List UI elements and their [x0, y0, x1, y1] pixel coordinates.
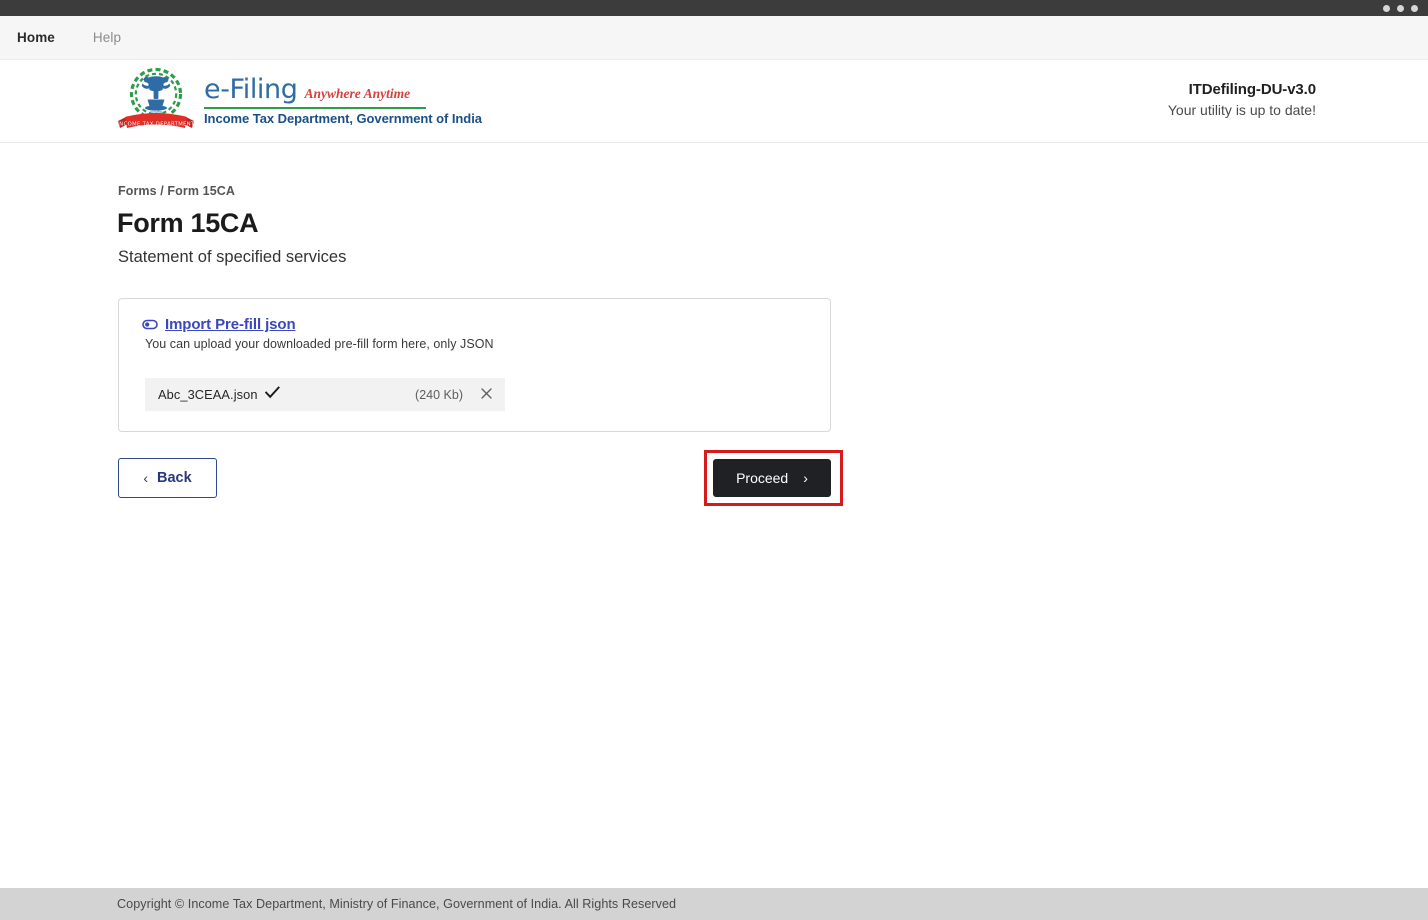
brand-lockup: सत्यमेव INCOME TAX DEPARTMENT e-Filing A… — [112, 63, 482, 135]
import-prefill-hint: You can upload your downloaded pre-fill … — [145, 337, 494, 351]
top-menu-bar: Home Help — [0, 16, 1428, 60]
window-minimize-dot[interactable] — [1383, 4, 1390, 12]
brand-subtitle: Income Tax Department, Government of Ind… — [204, 111, 482, 127]
india-emblem-icon: सत्यमेव INCOME TAX DEPARTMENT — [112, 63, 200, 135]
site-footer: Copyright © Income Tax Department, Minis… — [0, 888, 1428, 920]
breadcrumb[interactable]: Forms / Form 15CA — [118, 184, 235, 198]
back-button-label: Back — [157, 470, 192, 486]
close-icon[interactable] — [481, 388, 492, 401]
brand-divider — [204, 106, 426, 110]
page-subtitle: Statement of specified services — [118, 248, 347, 266]
chevron-left-icon: ‹ — [143, 470, 148, 486]
import-prefill-card: Import Pre-fill json You can upload your… — [118, 298, 831, 432]
uploaded-file-size: (240 Kb) — [415, 387, 463, 402]
svg-text:INCOME TAX DEPARTMENT: INCOME TAX DEPARTMENT — [117, 121, 195, 127]
main-content: Forms / Form 15CA Form 15CA Statement of… — [0, 143, 1428, 888]
menu-item-home[interactable]: Home — [17, 30, 55, 45]
window-close-dot[interactable] — [1411, 4, 1418, 12]
window-maximize-dot[interactable] — [1397, 4, 1404, 12]
brand-tagline: Anywhere Anytime — [304, 85, 411, 101]
back-button[interactable]: ‹ Back — [118, 458, 217, 498]
brand-wordmark: e-Filing Anywhere Anytime Income Tax Dep… — [204, 72, 482, 127]
chevron-right-icon: › — [803, 470, 808, 486]
import-prefill-header[interactable]: Import Pre-fill json — [142, 316, 296, 333]
utility-status: Your utility is up to date! — [1167, 102, 1316, 118]
window-titlebar — [0, 0, 1428, 16]
check-icon — [264, 385, 280, 404]
uploaded-file-row: Abc_3CEAA.json (240 Kb) — [145, 378, 505, 411]
utility-version-block: ITDefiling-DU-v3.0 Your utility is up to… — [1168, 81, 1316, 118]
brand-title: e-Filing — [204, 73, 298, 105]
page-title: Form 15CA — [117, 208, 259, 238]
utility-version: ITDefiling-DU-v3.0 — [1188, 81, 1316, 98]
import-prefill-link[interactable]: Import Pre-fill json — [165, 316, 296, 333]
menu-item-help[interactable]: Help — [93, 30, 121, 45]
uploaded-file-name: Abc_3CEAA.json — [158, 387, 258, 402]
site-header: सत्यमेव INCOME TAX DEPARTMENT e-Filing A… — [0, 60, 1428, 143]
window-controls[interactable] — [1383, 4, 1418, 12]
proceed-button[interactable]: Proceed › — [713, 459, 831, 497]
footer-copyright: Copyright © Income Tax Department, Minis… — [117, 897, 677, 911]
paperclip-icon — [142, 318, 158, 331]
proceed-button-label: Proceed — [736, 470, 789, 486]
